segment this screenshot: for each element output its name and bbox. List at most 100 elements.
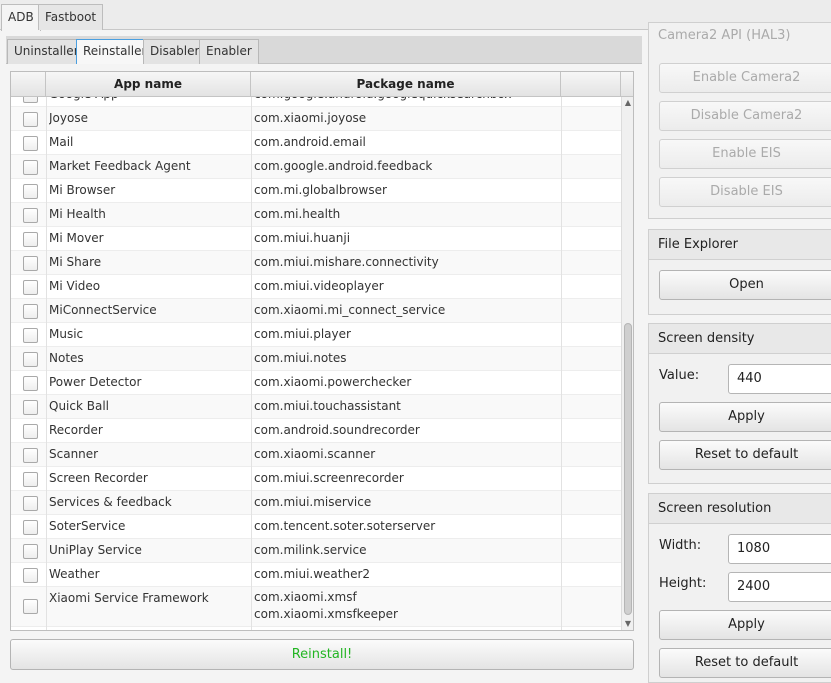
app-name-cell: Power Detector (49, 375, 142, 389)
table-row[interactable]: Screen Recorder com.miui.screenrecorder (11, 467, 621, 491)
package-name-text: com.xiaomi.xmsfkeeper (254, 607, 398, 621)
package-name-text: com.mi.health (254, 207, 341, 221)
enable-camera2-button[interactable]: Enable Camera2 (659, 63, 831, 93)
tab-enabler[interactable]: Enabler (199, 39, 259, 64)
table-row[interactable]: Notes com.miui.notes (11, 347, 621, 371)
table-row[interactable]: SoterService com.tencent.soter.soterserve… (11, 515, 621, 539)
package-name-text: com.xiaomi.mi_connect_service (254, 303, 446, 317)
table-row[interactable]: Mail com.android.email (11, 131, 621, 155)
row-checkbox[interactable] (23, 424, 38, 439)
resolution-apply-button[interactable]: Apply (659, 610, 831, 640)
table-row[interactable]: Mi Video com.miui.videoplayer (11, 275, 621, 299)
file-explorer-panel: File Explorer Open (648, 229, 831, 315)
scrollbar-thumb[interactable] (624, 323, 632, 615)
table-row[interactable]: Xiaomi Service Framework com.xiaomi.xmsf c… (11, 587, 621, 627)
row-checkbox[interactable] (23, 256, 38, 271)
tab-adb[interactable]: ADB (1, 4, 41, 31)
screen-density-title: Screen density (649, 324, 831, 354)
app-name-cell: Mi Browser (49, 183, 116, 197)
tab-uninstaller[interactable]: Uninstaller (7, 39, 86, 64)
table-row[interactable]: Services & feedback com.miui.miservice (11, 491, 621, 515)
app-name-cell: Quick Ball (49, 399, 109, 413)
row-checkbox[interactable] (23, 400, 38, 415)
row-checkbox[interactable] (23, 208, 38, 223)
package-name-cell: com.miui.videoplayer (254, 275, 560, 298)
resolution-height-input[interactable]: 2400 (728, 572, 831, 602)
package-name-cell: com.mi.health (254, 203, 560, 226)
package-name-cell: com.android.email (254, 131, 560, 154)
table-row[interactable]: Weather com.miui.weather2 (11, 563, 621, 587)
row-checkbox[interactable] (23, 97, 38, 103)
disable-eis-button[interactable]: Disable EIS (659, 177, 831, 207)
row-checkbox[interactable] (23, 280, 38, 295)
table-row[interactable]: MiConnectService com.xiaomi.mi_connect_se… (11, 299, 621, 323)
row-checkbox[interactable] (23, 568, 38, 583)
table-header: App name Package name (11, 72, 633, 97)
row-checkbox[interactable] (23, 232, 38, 247)
column-divider (561, 97, 562, 630)
row-checkbox[interactable] (23, 599, 38, 614)
scroll-down-arrow-icon[interactable]: ▼ (622, 618, 633, 630)
table-scrollbar[interactable]: ▲ ▼ (621, 97, 633, 630)
row-checkbox[interactable] (23, 328, 38, 343)
row-checkbox[interactable] (23, 304, 38, 319)
table-row[interactable]: Mi Browser com.mi.globalbrowser (11, 179, 621, 203)
table-row[interactable]: Recorder com.android.soundrecorder (11, 419, 621, 443)
table-row[interactable]: Quick Ball com.miui.touchassistant (11, 395, 621, 419)
row-checkbox[interactable] (23, 184, 38, 199)
density-value-input[interactable]: 440 (728, 364, 831, 394)
table-row[interactable]: Google Appcom.google.android.googlequick… (11, 97, 621, 107)
package-name-cell: com.xiaomi.scanner (254, 443, 560, 466)
table-row[interactable]: Mi Mover com.miui.huanji (11, 227, 621, 251)
package-name-cell: com.xiaomi.powerchecker (254, 371, 560, 394)
package-name-cell: com.xiaomi.mi_connect_service (254, 299, 560, 322)
checkbox-column-header[interactable] (11, 72, 46, 97)
app-name-header[interactable]: App name (46, 72, 251, 97)
package-name-cell: com.android.soundrecorder (254, 419, 560, 442)
tab-reinstaller[interactable]: Reinstaller (76, 39, 154, 64)
table-row[interactable]: Mi Share com.miui.mishare.connectivity (11, 251, 621, 275)
row-checkbox[interactable] (23, 448, 38, 463)
scroll-up-arrow-icon[interactable]: ▲ (622, 97, 633, 109)
package-name-cell: com.miui.notes (254, 347, 560, 370)
app-name-cell: Mi Mover (49, 231, 104, 245)
table-row[interactable]: Music com.miui.player (11, 323, 621, 347)
row-checkbox[interactable] (23, 136, 38, 151)
row-checkbox[interactable] (23, 472, 38, 487)
adb-sub-tab-bar: Uninstaller Reinstaller Disabler Enabler (6, 36, 642, 64)
disable-camera2-button[interactable]: Disable Camera2 (659, 101, 831, 131)
package-name-text: com.miui.mishare.connectivity (254, 255, 439, 269)
table-row[interactable]: UniPlay Service com.milink.service (11, 539, 621, 563)
resolution-height-label: Height: (659, 576, 707, 591)
table-rows: Google Appcom.google.android.googlequick… (11, 97, 621, 627)
tab-disabler[interactable]: Disabler (143, 39, 207, 64)
open-file-explorer-button[interactable]: Open (659, 270, 831, 300)
table-row[interactable]: Power Detector com.xiaomi.powerchecker (11, 371, 621, 395)
table-row[interactable]: Market Feedback Agent com.google.android.… (11, 155, 621, 179)
row-checkbox[interactable] (23, 160, 38, 175)
package-name-text: com.milink.service (254, 543, 367, 557)
package-name-header[interactable]: Package name (251, 72, 561, 97)
row-checkbox[interactable] (23, 376, 38, 391)
app-name-cell: Weather (49, 567, 100, 581)
resolution-reset-button[interactable]: Reset to default (659, 648, 831, 678)
table-row[interactable]: Joyose com.xiaomi.joyose (11, 107, 621, 131)
tab-fastboot[interactable]: Fastboot (38, 4, 104, 30)
table-row[interactable]: Scanner com.xiaomi.scanner (11, 443, 621, 467)
row-checkbox[interactable] (23, 544, 38, 559)
row-checkbox[interactable] (23, 352, 38, 367)
package-name-cell: com.mi.globalbrowser (254, 179, 560, 202)
resolution-width-input[interactable]: 1080 (728, 534, 831, 564)
enable-eis-button[interactable]: Enable EIS (659, 139, 831, 169)
package-name-cell: com.xiaomi.joyose (254, 107, 560, 130)
row-checkbox[interactable] (23, 520, 38, 535)
table-row[interactable]: Mi Health com.mi.health (11, 203, 621, 227)
density-reset-button[interactable]: Reset to default (659, 440, 831, 470)
package-name-cell: com.miui.miservice (254, 491, 560, 514)
row-checkbox[interactable] (23, 112, 38, 127)
density-apply-button[interactable]: Apply (659, 402, 831, 432)
row-checkbox[interactable] (23, 496, 38, 511)
package-name-text: com.miui.notes (254, 351, 347, 365)
resolution-width-label: Width: (659, 538, 702, 553)
reinstall-button[interactable]: Reinstall! (10, 639, 634, 670)
